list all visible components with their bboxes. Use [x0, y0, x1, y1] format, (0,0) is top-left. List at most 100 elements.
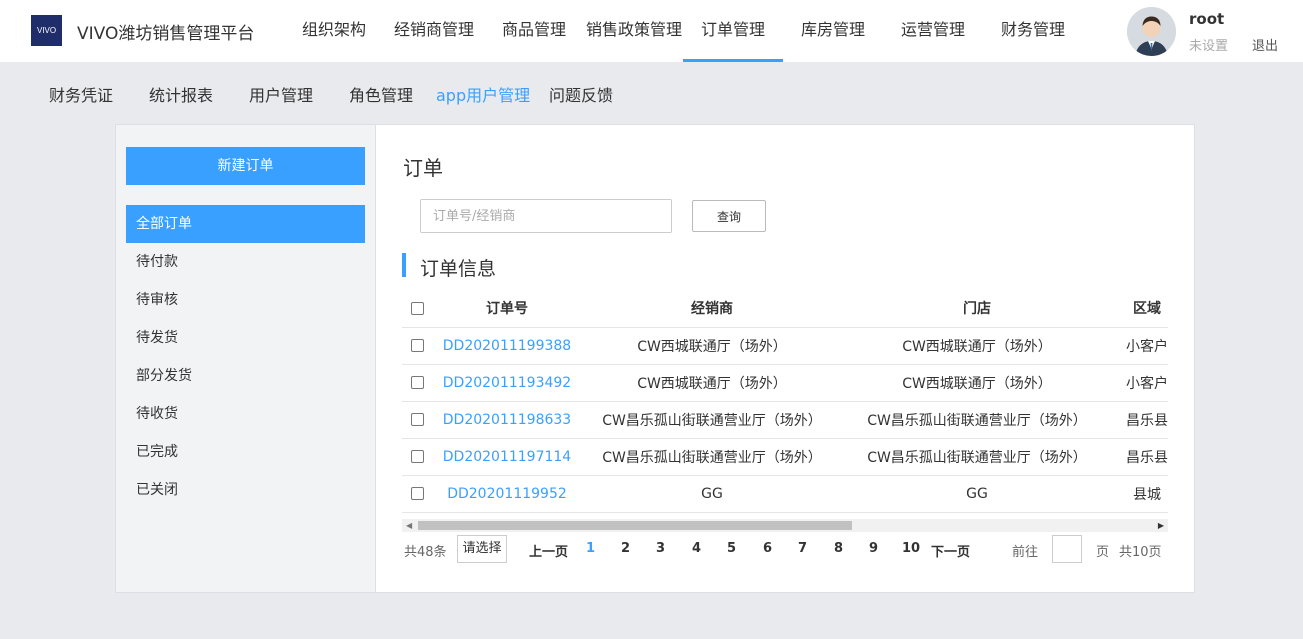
page-size-select[interactable]: 请选择 [457, 535, 507, 563]
sidebar-item-pending-review[interactable]: 待审核 [126, 281, 365, 319]
order-sidebar: 新建订单 全部订单 待付款 待审核 待发货 部分发货 待收货 已完成 已关闭 [116, 125, 376, 592]
select-all-checkbox[interactable] [410, 301, 424, 315]
order-no-link[interactable]: DD202011197114 [432, 438, 582, 476]
order-panel: 新建订单 全部订单 待付款 待审核 待发货 部分发货 待收货 已完成 已关闭 订… [115, 124, 1195, 593]
app-title: VIVO潍坊销售管理平台 [77, 24, 255, 44]
sidebar-item-all-orders[interactable]: 全部订单 [126, 205, 365, 243]
subnav-statistics-report[interactable]: 统计报表 [149, 82, 213, 106]
row-checkbox[interactable] [410, 413, 424, 426]
nav-sales-policy[interactable]: 销售政策管理 [586, 0, 682, 62]
prev-page-button[interactable]: 上一页 [529, 541, 568, 560]
row-checkbox-cell [402, 401, 432, 439]
sidebar-item-closed[interactable]: 已关闭 [126, 471, 365, 509]
column-header-order-no: 订单号 [432, 290, 582, 328]
section-accent-bar [402, 253, 406, 277]
row-checkbox[interactable] [410, 487, 424, 500]
store-cell: CW西城联通厅（场外） [842, 327, 1112, 365]
logout-link[interactable]: 退出 [1252, 35, 1278, 54]
row-checkbox-cell [402, 475, 432, 513]
sidebar-item-partial-shipment[interactable]: 部分发货 [126, 357, 365, 395]
page-unit-label: 页 [1096, 545, 1110, 560]
page-number[interactable]: 5 [727, 541, 736, 556]
store-cell: CW昌乐孤山街联通营业厅（场外） [842, 438, 1112, 476]
nav-org-structure[interactable]: 组织架构 [302, 0, 366, 62]
nav-order-management[interactable]: 订单管理 [683, 0, 783, 62]
table-row: DD202011193492 CW西城联通厅（场外） CW西城联通厅（场外） 小… [402, 364, 1168, 402]
order-no-link[interactable]: DD20201119952 [432, 475, 582, 513]
subnav-finance-voucher[interactable]: 财务凭证 [49, 82, 113, 106]
nav-finance-management[interactable]: 财务管理 [1001, 0, 1065, 62]
subnav-role-management[interactable]: 角色管理 [349, 82, 413, 106]
subnav-app-user-management[interactable]: app用户管理 [436, 82, 530, 106]
dealer-cell: GG [582, 475, 842, 513]
page-number[interactable]: 6 [763, 541, 772, 556]
order-table-container: 订单号 经销商 门店 区域 DD202011199388 CW西城联通厅（场外）… [402, 290, 1168, 534]
column-header-store: 门店 [842, 290, 1112, 328]
section-title: 订单信息 [420, 258, 497, 280]
store-cell: GG [842, 475, 1112, 513]
table-header-row: 订单号 经销商 门店 区域 [402, 290, 1168, 328]
query-button[interactable]: 查询 [692, 200, 766, 232]
page-number[interactable]: 2 [621, 541, 630, 556]
scroll-right-arrow-icon[interactable]: ▶ [1158, 521, 1164, 530]
region-cell: 县城 [1112, 475, 1168, 513]
dealer-cell: CW西城联通厅（场外） [582, 327, 842, 365]
order-no-link[interactable]: DD202011198633 [432, 401, 582, 439]
top-header: VIVO VIVO潍坊销售管理平台 组织架构 经销商管理 商品管理 销售政策管理… [0, 0, 1303, 62]
page-number[interactable]: 9 [869, 541, 878, 556]
column-header-dealer: 经销商 [582, 290, 842, 328]
nav-product-management[interactable]: 商品管理 [502, 0, 566, 62]
region-cell: 小客户 [1112, 327, 1168, 365]
table-row: DD202011198633 CW昌乐孤山街联通营业厅（场外） CW昌乐孤山街联… [402, 401, 1168, 439]
row-checkbox-cell [402, 364, 432, 402]
brand-logo: VIVO [31, 15, 62, 46]
subnav-feedback[interactable]: 问题反馈 [549, 82, 613, 106]
avatar-person-icon [1127, 7, 1176, 56]
user-name: root [1189, 10, 1225, 28]
user-avatar[interactable] [1127, 7, 1176, 56]
page-number[interactable]: 10 [902, 541, 920, 556]
dealer-cell: CW西城联通厅（场外） [582, 364, 842, 402]
page-number[interactable]: 7 [798, 541, 807, 556]
nav-dealer-management[interactable]: 经销商管理 [394, 0, 474, 62]
nav-warehouse-management[interactable]: 库房管理 [801, 0, 865, 62]
user-role: 未设置 [1189, 39, 1229, 54]
select-all-cell [402, 290, 432, 328]
page-number[interactable]: 4 [692, 541, 701, 556]
goto-page-input[interactable] [1052, 535, 1082, 563]
column-header-region: 区域 [1112, 290, 1168, 328]
table-row: DD20201119952 GG GG 县城 [402, 475, 1168, 513]
subnav-user-management[interactable]: 用户管理 [249, 82, 313, 106]
row-checkbox-cell [402, 327, 432, 365]
table-horizontal-scrollbar[interactable]: ◀ ▶ [402, 519, 1168, 532]
scroll-left-arrow-icon[interactable]: ◀ [406, 521, 412, 530]
dealer-cell: CW昌乐孤山街联通营业厅（场外） [582, 401, 842, 439]
total-count: 共48条 [404, 545, 447, 560]
order-no-link[interactable]: DD202011193492 [432, 364, 582, 402]
sidebar-item-pending-payment[interactable]: 待付款 [126, 243, 365, 281]
goto-label: 前往 [1012, 545, 1039, 560]
sidebar-item-pending-receipt[interactable]: 待收货 [126, 395, 365, 433]
region-cell: 昌乐县 [1112, 438, 1168, 476]
page-number[interactable]: 3 [656, 541, 665, 556]
row-checkbox[interactable] [410, 339, 424, 352]
region-cell: 昌乐县 [1112, 401, 1168, 439]
nav-operations-management[interactable]: 运营管理 [901, 0, 965, 62]
order-table: 订单号 经销商 门店 区域 DD202011199388 CW西城联通厅（场外）… [402, 290, 1168, 513]
store-cell: CW西城联通厅（场外） [842, 364, 1112, 402]
page-title: 订单 [403, 156, 443, 180]
page-number-current[interactable]: 1 [586, 541, 595, 556]
dealer-cell: CW昌乐孤山街联通营业厅（场外） [582, 438, 842, 476]
row-checkbox[interactable] [410, 450, 424, 463]
row-checkbox[interactable] [410, 376, 424, 389]
order-search-input[interactable] [420, 199, 672, 233]
order-no-link[interactable]: DD202011199388 [432, 327, 582, 365]
page-number[interactable]: 8 [834, 541, 843, 556]
next-page-button[interactable]: 下一页 [931, 541, 970, 560]
new-order-button[interactable]: 新建订单 [126, 147, 365, 185]
region-cell: 小客户 [1112, 364, 1168, 402]
sidebar-item-pending-shipment[interactable]: 待发货 [126, 319, 365, 357]
sidebar-item-completed[interactable]: 已完成 [126, 433, 365, 471]
store-cell: CW昌乐孤山街联通营业厅（场外） [842, 401, 1112, 439]
scrollbar-thumb[interactable] [418, 521, 852, 530]
